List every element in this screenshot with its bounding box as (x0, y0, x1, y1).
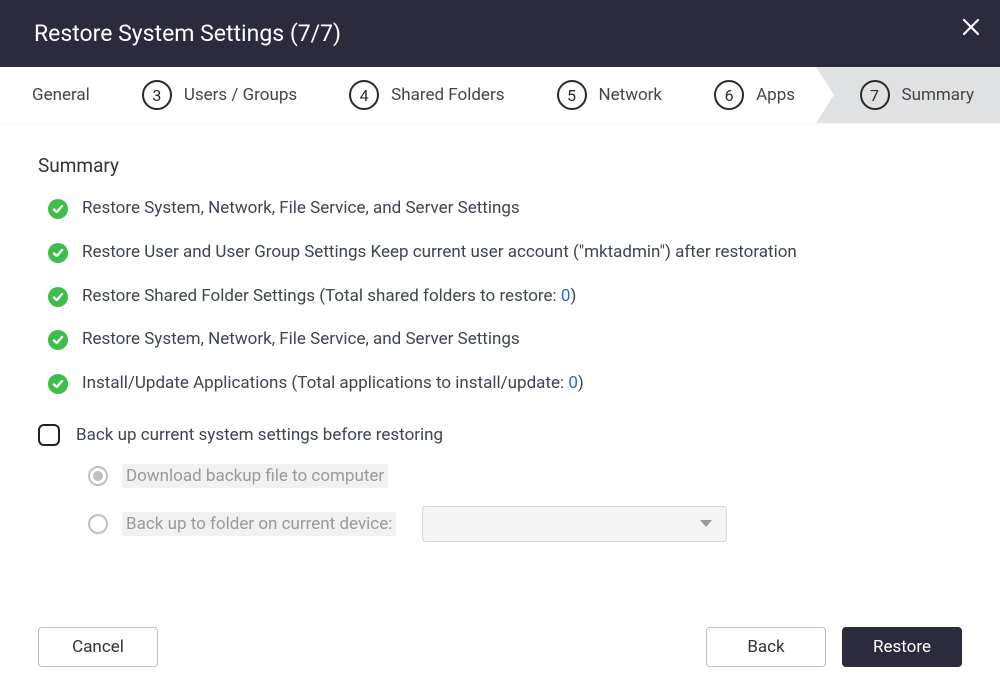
step-number-icon: 3 (142, 80, 172, 110)
radio-download-label: Download backup file to computer (122, 464, 388, 488)
close-icon (962, 18, 980, 36)
summary-item: Restore User and User Group Settings Kee… (48, 241, 962, 265)
step-label: Shared Folders (391, 85, 504, 105)
summary-list: Restore System, Network, File Service, a… (38, 197, 962, 396)
dialog-header: Restore System Settings (7/7) (0, 0, 1000, 67)
step-network[interactable]: 5 Network (531, 67, 689, 123)
summary-item-text: Restore System, Network, File Service, a… (82, 328, 520, 352)
radio-folder-label: Back up to folder on current device: (122, 512, 396, 536)
radio-download: Download backup file to computer (88, 464, 962, 488)
radio-download-input[interactable] (88, 466, 108, 486)
summary-item-text: Restore System, Network, File Service, a… (82, 197, 520, 221)
cancel-button[interactable]: Cancel (38, 627, 158, 667)
step-label: Apps (756, 85, 795, 105)
step-label: Summary (902, 85, 974, 105)
restore-settings-dialog: Restore System Settings (7/7) General 3 … (0, 0, 1000, 690)
check-icon (48, 287, 68, 307)
step-number-icon: 4 (349, 80, 379, 110)
section-title-summary: Summary (38, 154, 962, 177)
step-general[interactable]: General (0, 67, 116, 123)
restore-button[interactable]: Restore (842, 627, 962, 667)
wizard-stepper: General 3 Users / Groups 4 Shared Folder… (0, 67, 1000, 124)
summary-item-text: Install/Update Applications (Total appli… (82, 372, 584, 396)
step-users-groups[interactable]: 3 Users / Groups (116, 67, 323, 123)
check-icon (48, 374, 68, 394)
close-button[interactable] (962, 18, 980, 40)
backup-checkbox-row: Back up current system settings before r… (38, 424, 962, 446)
check-icon (48, 199, 68, 219)
step-summary[interactable]: 7 Summary (834, 67, 1000, 123)
check-icon (48, 243, 68, 263)
step-shared-folders[interactable]: 4 Shared Folders (323, 67, 530, 123)
step-label: Users / Groups (184, 85, 297, 105)
step-number-icon: 5 (557, 80, 587, 110)
backup-checkbox-label: Back up current system settings before r… (76, 425, 443, 445)
chevron-down-icon (700, 520, 712, 528)
summary-item-text: Restore User and User Group Settings Kee… (82, 241, 797, 265)
step-apps[interactable]: 6 Apps (688, 67, 821, 123)
step-label: General (32, 85, 90, 105)
radio-folder-input[interactable] (88, 514, 108, 534)
summary-item: Install/Update Applications (Total appli… (48, 372, 962, 396)
dialog-body: Summary Restore System, Network, File Se… (0, 124, 1000, 604)
step-number-icon: 6 (714, 80, 744, 110)
dialog-title: Restore System Settings (7/7) (34, 20, 341, 47)
dialog-footer: Cancel Back Restore (0, 604, 1000, 690)
backup-folder-select[interactable] (422, 506, 727, 542)
back-button[interactable]: Back (706, 627, 826, 667)
backup-checkbox[interactable] (38, 424, 60, 446)
radio-folder: Back up to folder on current device: (88, 506, 962, 542)
step-label: Network (599, 85, 663, 105)
count-value: 0 (568, 373, 578, 393)
summary-item: Restore Shared Folder Settings (Total sh… (48, 285, 962, 309)
summary-item-text: Restore Shared Folder Settings (Total sh… (82, 285, 576, 309)
count-value: 0 (561, 286, 571, 306)
check-icon (48, 330, 68, 350)
summary-item: Restore System, Network, File Service, a… (48, 197, 962, 221)
summary-item: Restore System, Network, File Service, a… (48, 328, 962, 352)
step-number-icon: 7 (860, 80, 890, 110)
backup-radio-group: Download backup file to computer Back up… (38, 464, 962, 542)
